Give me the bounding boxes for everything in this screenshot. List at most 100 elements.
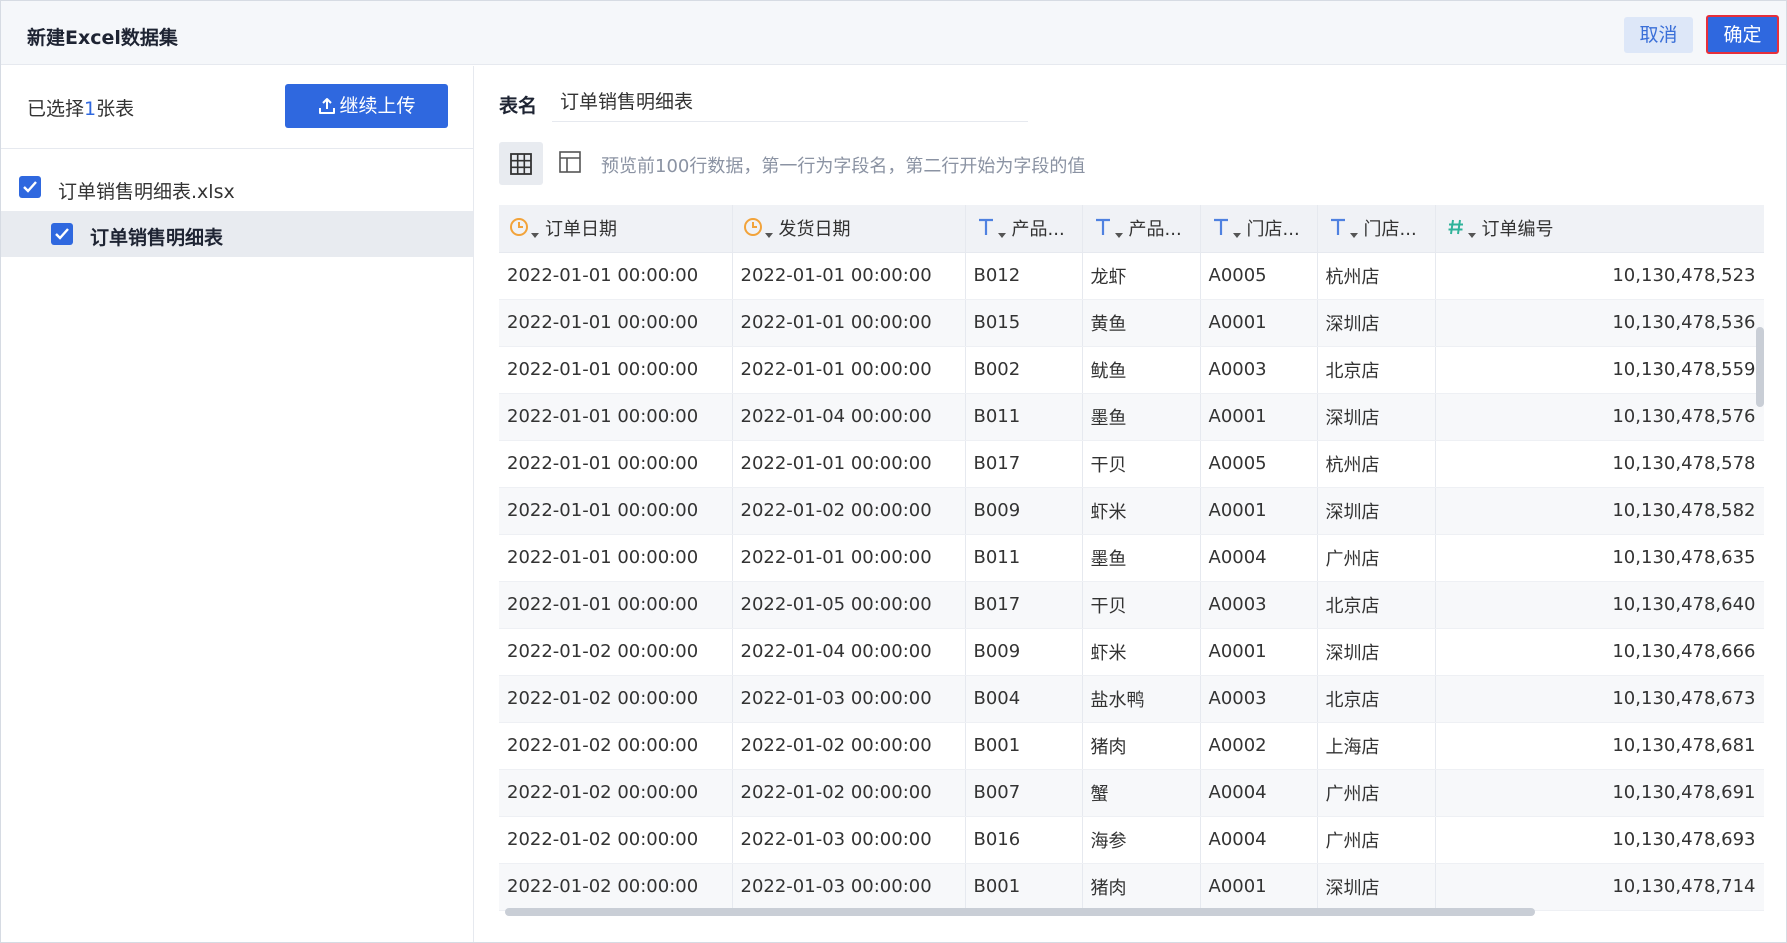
- caret-down-icon: [764, 233, 773, 239]
- table-cell: 盐水鸭: [1082, 675, 1201, 723]
- table-cell: 10,130,478,635: [1435, 534, 1764, 582]
- table-row: 2022-01-01 00:00:00 2022-01-01 00:00:00 B0…: [499, 534, 1764, 582]
- table-cell: 深圳店: [1317, 863, 1436, 911]
- text-type-icon[interactable]: [976, 217, 1012, 241]
- text-type-icon[interactable]: [1211, 217, 1247, 241]
- table-cell: 2022-01-01 00:00:00: [732, 299, 966, 347]
- column-header[interactable]: 门店...: [1317, 205, 1436, 253]
- selected-suffix: 张表: [96, 98, 135, 120]
- table-cell: 2022-01-02 00:00:00: [499, 722, 733, 770]
- table-cell: 10,130,478,673: [1435, 675, 1764, 723]
- date-type-icon[interactable]: [743, 217, 779, 241]
- table-cell: 2022-01-01 00:00:00: [732, 440, 966, 488]
- table-cell: 10,130,478,576: [1435, 393, 1764, 441]
- caret-down-icon: [1467, 233, 1476, 239]
- table-cell: 黄鱼: [1082, 299, 1201, 347]
- table-row: 2022-01-02 00:00:00 2022-01-02 00:00:00 B0…: [499, 769, 1764, 817]
- table-row: 2022-01-01 00:00:00 2022-01-01 00:00:00 B0…: [499, 299, 1764, 347]
- column-header[interactable]: 订单编号: [1435, 205, 1764, 253]
- table-cell: 2022-01-01 00:00:00: [732, 252, 966, 300]
- table-cell: B016: [965, 816, 1083, 864]
- table-cell: 10,130,478,578: [1435, 440, 1764, 488]
- table-row: 2022-01-01 00:00:00 2022-01-01 00:00:00 B0…: [499, 346, 1764, 394]
- table-row: 2022-01-02 00:00:00 2022-01-04 00:00:00 B0…: [499, 628, 1764, 676]
- text-type-icon[interactable]: [1328, 217, 1364, 241]
- date-type-icon[interactable]: [509, 217, 545, 241]
- table-cell: 龙虾: [1082, 252, 1201, 300]
- file-tree-item[interactable]: 订单销售明细表.xlsx: [1, 164, 473, 210]
- caret-down-icon: [1232, 233, 1241, 239]
- table-body: 2022-01-01 00:00:00 2022-01-01 00:00:00 B0…: [499, 252, 1764, 911]
- dialog-title: 新建Excel数据集: [27, 27, 178, 49]
- new-excel-dataset-dialog: 新建Excel数据集 取消 确定 已选择1张表 继续上传 订单销售明细表.xls…: [0, 0, 1787, 943]
- table-cell: 10,130,478,666: [1435, 628, 1764, 676]
- cancel-button[interactable]: 取消: [1624, 17, 1693, 53]
- table-cell: B011: [965, 393, 1083, 441]
- file-checkbox[interactable]: [19, 176, 41, 198]
- horizontal-scrollbar[interactable]: [505, 908, 1535, 916]
- table-cell: 10,130,478,536: [1435, 299, 1764, 347]
- number-type-icon[interactable]: [1446, 217, 1482, 241]
- table-cell: 2022-01-01 00:00:00: [499, 487, 733, 535]
- table-cell: 2022-01-03 00:00:00: [732, 675, 966, 723]
- table-cell: 深圳店: [1317, 393, 1436, 441]
- layout-view-icon[interactable]: [559, 151, 581, 173]
- confirm-button[interactable]: 确定: [1706, 15, 1779, 54]
- upload-icon: [319, 98, 336, 114]
- table-cell: 上海店: [1317, 722, 1436, 770]
- table-cell: 2022-01-01 00:00:00: [732, 534, 966, 582]
- table-cell: 10,130,478,681: [1435, 722, 1764, 770]
- sheet-checkbox[interactable]: [51, 223, 73, 245]
- sheet-name: 订单销售明细表: [90, 227, 224, 249]
- table-cell: A0005: [1200, 252, 1318, 300]
- table-cell: 墨鱼: [1082, 534, 1201, 582]
- table-cell: B004: [965, 675, 1083, 723]
- table-cell: A0003: [1200, 346, 1318, 394]
- table-cell: B001: [965, 722, 1083, 770]
- table-cell: A0001: [1200, 393, 1318, 441]
- column-header-label: 门店...: [1246, 219, 1300, 241]
- table-cell: A0004: [1200, 816, 1318, 864]
- column-header[interactable]: 门店...: [1200, 205, 1318, 253]
- table-cell: 北京店: [1317, 675, 1436, 723]
- column-header[interactable]: 发货日期: [732, 205, 966, 253]
- text-type-icon[interactable]: [1093, 217, 1129, 241]
- table-cell: 2022-01-03 00:00:00: [732, 863, 966, 911]
- column-header-label: 订单编号: [1481, 219, 1554, 241]
- column-header[interactable]: 产品...: [1082, 205, 1201, 253]
- table-cell: 深圳店: [1317, 487, 1436, 535]
- continue-upload-button[interactable]: 继续上传: [285, 84, 448, 128]
- column-header-label: 产品...: [1128, 219, 1182, 241]
- column-header[interactable]: 订单日期: [499, 205, 733, 253]
- table-cell: A0003: [1200, 581, 1318, 629]
- table-cell: 10,130,478,693: [1435, 816, 1764, 864]
- table-cell: 10,130,478,582: [1435, 487, 1764, 535]
- table-cell: 猪肉: [1082, 863, 1201, 911]
- table-cell: 2022-01-01 00:00:00: [499, 346, 733, 394]
- table-cell: A0003: [1200, 675, 1318, 723]
- table-name-input[interactable]: [552, 80, 1028, 122]
- grid-view-button[interactable]: [499, 142, 543, 185]
- column-header[interactable]: 产品...: [965, 205, 1083, 253]
- table-row: 2022-01-02 00:00:00 2022-01-03 00:00:00 B0…: [499, 675, 1764, 723]
- table-cell: 2022-01-05 00:00:00: [732, 581, 966, 629]
- caret-down-icon: [1114, 233, 1123, 239]
- divider: [1, 148, 473, 149]
- table-row: 2022-01-01 00:00:00 2022-01-01 00:00:00 B0…: [499, 252, 1764, 300]
- table-header-row: 订单日期 发货日期 产品... 产品... 门店... 门店... 订单编号: [499, 205, 1764, 253]
- table-cell: 杭州店: [1317, 440, 1436, 488]
- sheet-selection-panel: 已选择1张表 继续上传 订单销售明细表.xlsx 订单销售明细表: [1, 66, 474, 942]
- vertical-scrollbar[interactable]: [1756, 327, 1764, 407]
- selected-sheet-count: 已选择1张表: [27, 94, 134, 121]
- table-cell: A0004: [1200, 769, 1318, 817]
- table-cell: 2022-01-01 00:00:00: [499, 299, 733, 347]
- table-row: 2022-01-02 00:00:00 2022-01-03 00:00:00 B0…: [499, 863, 1764, 911]
- table-cell: A0002: [1200, 722, 1318, 770]
- caret-down-icon: [531, 233, 539, 239]
- table-row: 2022-01-01 00:00:00 2022-01-05 00:00:00 B0…: [499, 581, 1764, 629]
- file-name: 订单销售明细表.xlsx: [58, 181, 235, 203]
- sheet-tree-item[interactable]: 订单销售明细表: [1, 211, 473, 257]
- caret-down-icon: [1349, 233, 1358, 239]
- table-cell: 10,130,478,640: [1435, 581, 1764, 629]
- check-icon: [23, 181, 37, 193]
